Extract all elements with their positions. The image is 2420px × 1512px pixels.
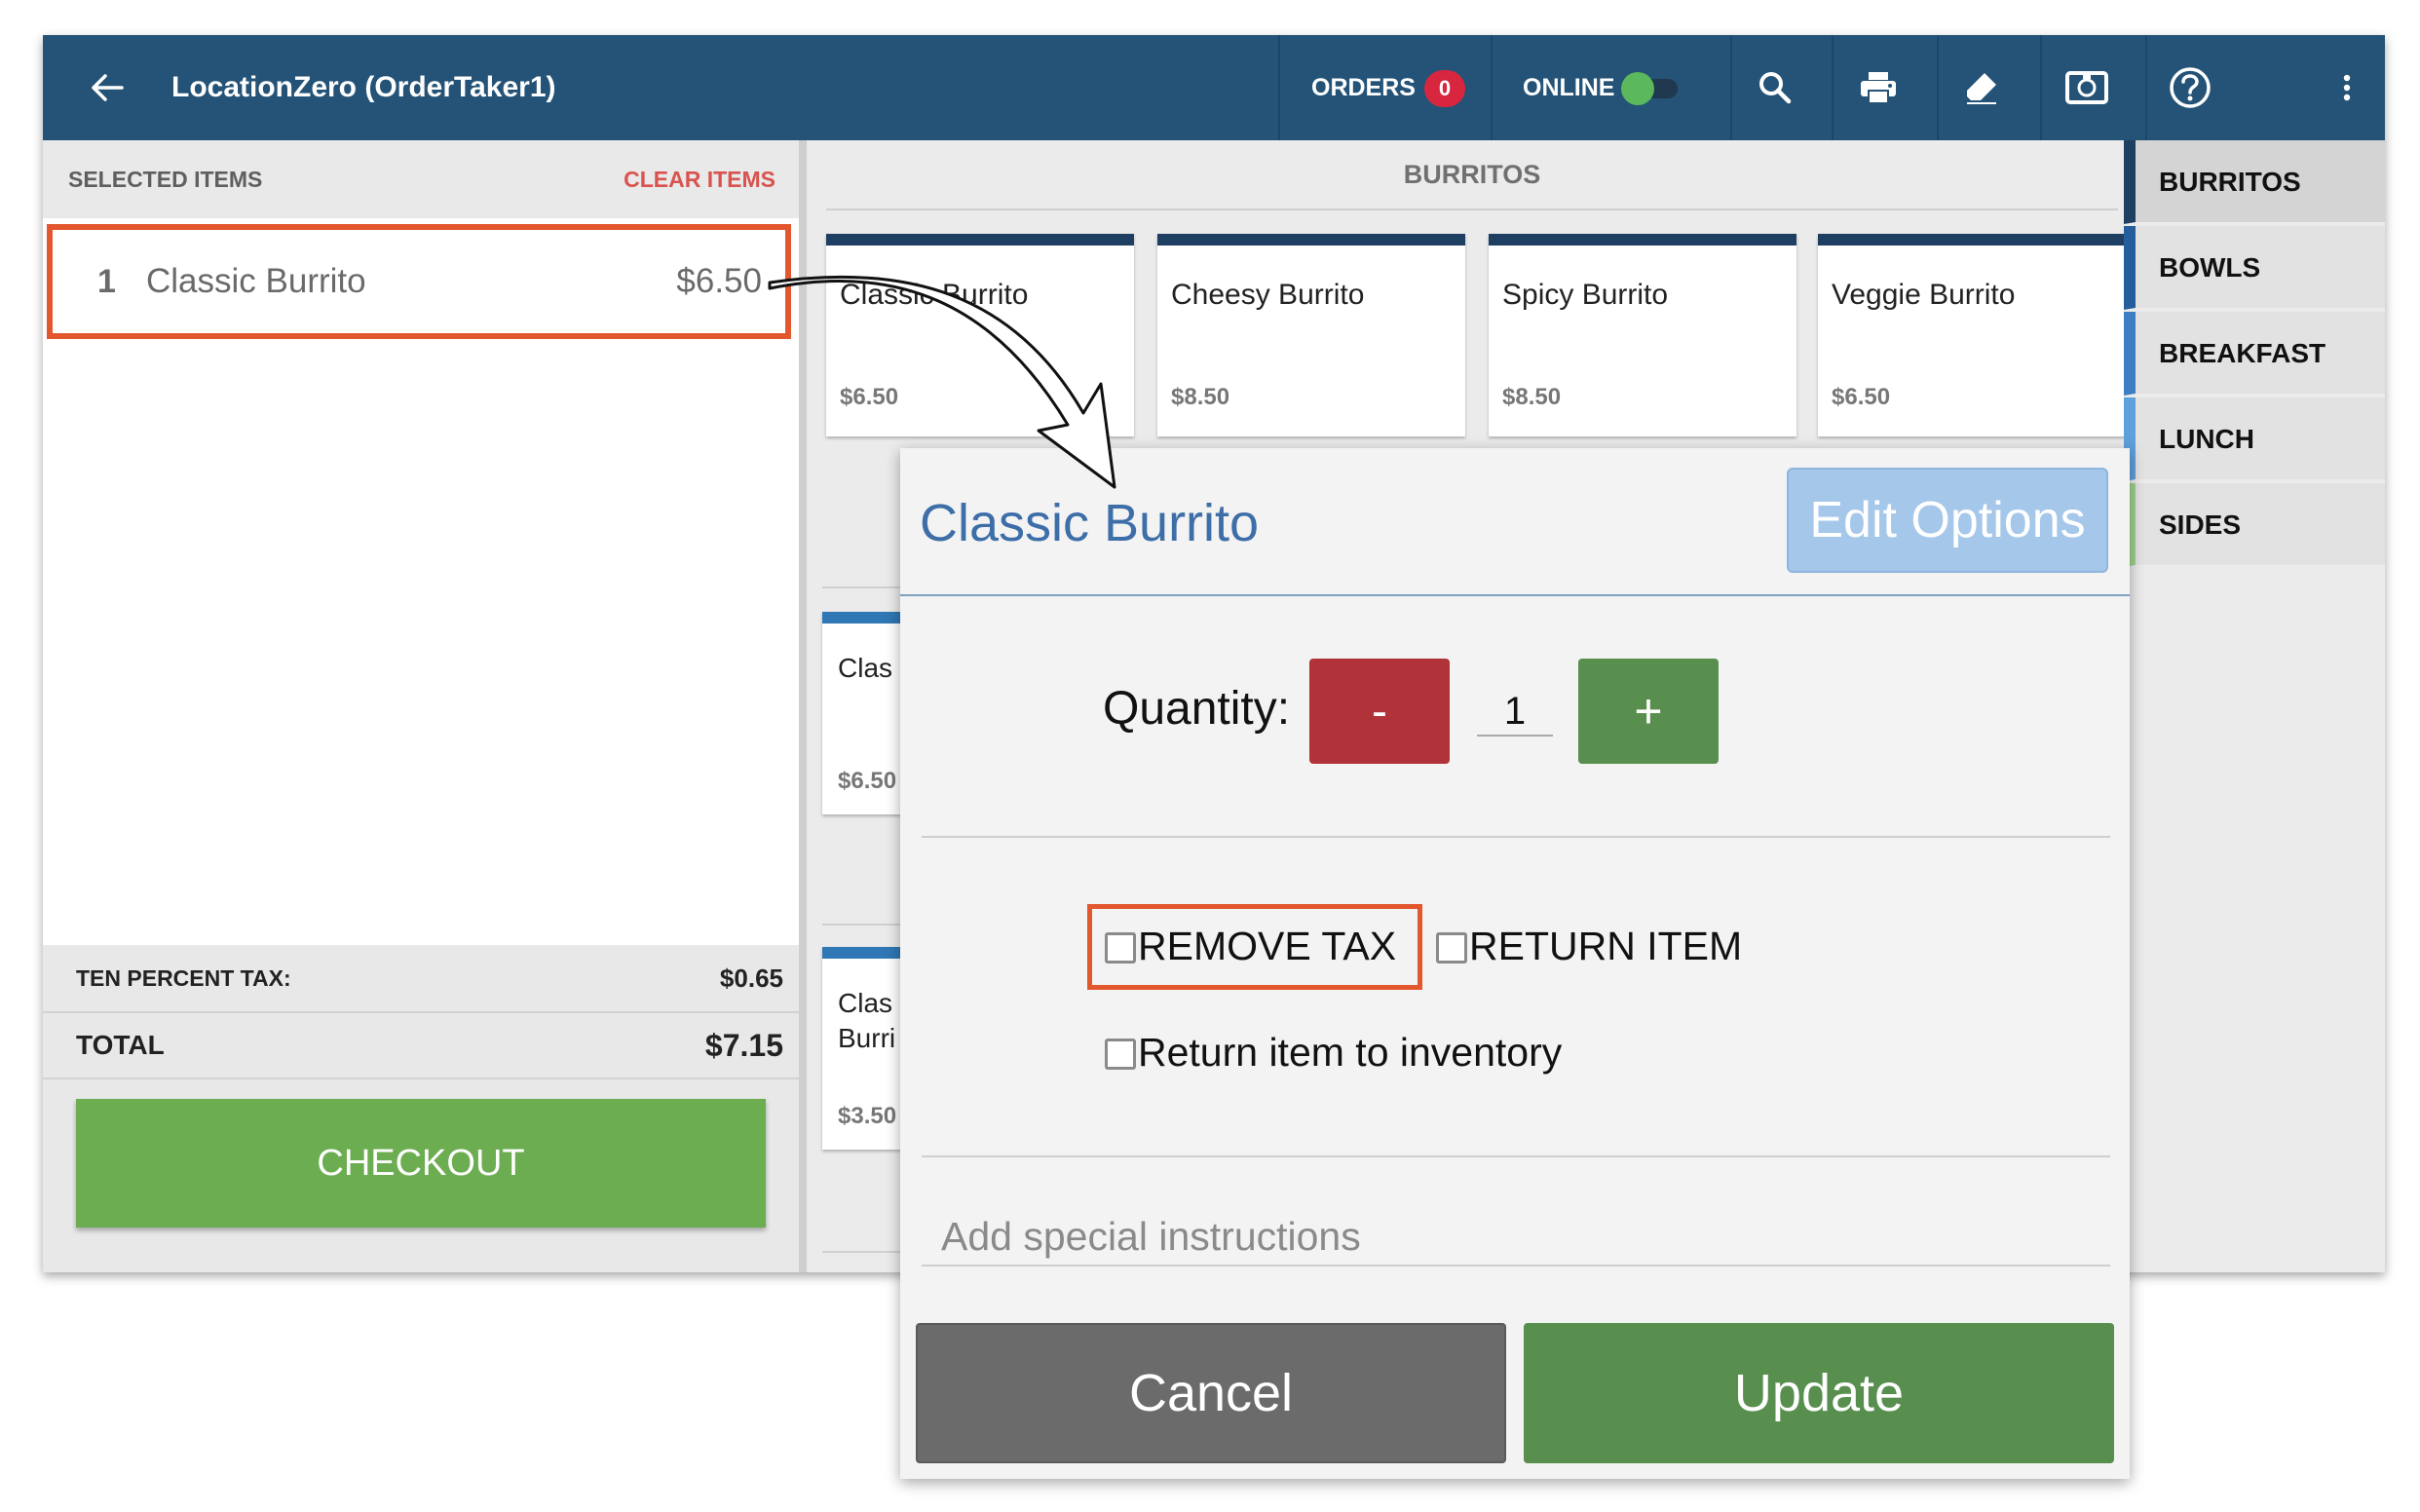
menu-item-card[interactable]: Veggie Burrito $6.50 — [1818, 234, 2126, 436]
menu-item-name: Clas — [838, 653, 893, 683]
total-value: $7.15 — [704, 1028, 783, 1063]
online-label: ONLINE — [1523, 74, 1615, 101]
increase-quantity-button[interactable]: + — [1578, 659, 1719, 764]
total-row: TOTAL $7.15 — [43, 1013, 799, 1079]
menu-item-price: $3.50 — [838, 1103, 897, 1129]
tax-row: TEN PERCENT TAX: $0.65 — [43, 945, 799, 1013]
line-item-price: $6.50 — [676, 262, 762, 300]
edit-options-button[interactable]: Edit Options — [1787, 468, 2108, 573]
online-toggle[interactable] — [1621, 71, 1678, 105]
menu-item-price: $8.50 — [1502, 384, 1562, 410]
toolbar-separator — [1937, 35, 1939, 140]
category-label: BOWLS — [2159, 252, 2261, 283]
toggle-knob — [1621, 72, 1654, 105]
tax-label: TEN PERCENT TAX: — [76, 965, 291, 991]
category-sidebar: BURRITOS BOWLS BREAKFAST LUNCH SIDES — [2124, 140, 2385, 1272]
menu-item-name: Classic Burrito — [840, 279, 1029, 311]
order-panel-header: SELECTED ITEMS CLEAR ITEMS — [43, 140, 799, 218]
quantity-label: Quantity: — [1103, 683, 1291, 735]
menu-item-price: $6.50 — [840, 384, 899, 410]
cash-drawer-icon[interactable] — [2063, 64, 2110, 111]
category-label: SIDES — [2159, 510, 2242, 540]
line-item-name: Classic Burrito — [146, 262, 366, 300]
category-tab-breakfast[interactable]: BREAKFAST — [2124, 312, 2385, 396]
dialog-title: Classic Burrito — [920, 494, 1260, 552]
menu-item-card[interactable]: Cheesy Burrito $8.50 — [1157, 234, 1465, 436]
eraser-icon[interactable] — [1958, 64, 2005, 111]
toolbar-separator — [2145, 35, 2147, 140]
update-button[interactable]: Update — [1524, 1323, 2114, 1463]
total-label: TOTAL — [76, 1030, 165, 1060]
toolbar-separator — [2040, 35, 2042, 140]
category-label: BURRITOS — [2159, 167, 2301, 197]
menu-item-price: $8.50 — [1171, 384, 1230, 410]
checkout-button[interactable]: CHECKOUT — [76, 1099, 766, 1228]
decrease-quantity-button[interactable]: - — [1309, 659, 1450, 764]
dialog-divider — [922, 836, 2110, 838]
special-instructions-input[interactable] — [922, 1208, 2110, 1266]
menu-item-name: Veggie Burrito — [1832, 279, 2016, 311]
remove-tax-label[interactable]: REMOVE TAX — [1138, 924, 1396, 969]
tax-value: $0.65 — [719, 964, 783, 993]
toolbar-separator — [1730, 35, 1732, 140]
menu-item-name: Cheesy Burrito — [1171, 279, 1365, 311]
top-app-bar: LocationZero (OrderTaker1) ORDERS 0 ONLI… — [43, 35, 2385, 140]
help-icon[interactable] — [2167, 64, 2213, 111]
return-item-checkbox[interactable] — [1436, 932, 1467, 964]
quantity-field[interactable]: 1 — [1477, 690, 1553, 737]
menu-item-card[interactable]: Spicy Burrito $8.50 — [1489, 234, 1796, 436]
category-label: BREAKFAST — [2159, 338, 2326, 368]
return-to-inventory-label[interactable]: Return item to inventory — [1138, 1030, 1562, 1076]
dialog-header-divider — [900, 594, 2130, 596]
category-tab-lunch[interactable]: LUNCH — [2124, 397, 2385, 481]
return-to-inventory-checkbox[interactable] — [1105, 1039, 1136, 1070]
toolbar-separator — [1278, 35, 1280, 140]
menu-item-card[interactable]: Classic Burrito $6.50 — [826, 234, 1134, 436]
return-item-label[interactable]: RETURN ITEM — [1469, 924, 1742, 969]
menu-item-name: Clas Burri — [838, 988, 896, 1053]
checkout-area: CHECKOUT — [43, 1079, 799, 1272]
selected-items-heading: SELECTED ITEMS — [68, 167, 263, 192]
category-tab-sides[interactable]: SIDES — [2124, 483, 2385, 567]
clear-items-button[interactable]: CLEAR ITEMS — [624, 140, 775, 218]
dialog-divider — [922, 1155, 2110, 1157]
printer-icon[interactable] — [1855, 64, 1902, 111]
item-edit-dialog: Classic Burrito Edit Options Quantity: -… — [900, 448, 2130, 1479]
more-vert-icon[interactable] — [2332, 64, 2362, 111]
menu-item-name: Spicy Burrito — [1502, 279, 1669, 311]
category-tab-bowls[interactable]: BOWLS — [2124, 226, 2385, 310]
category-tab-burritos[interactable]: BURRITOS — [2124, 140, 2385, 224]
remove-tax-checkbox[interactable] — [1105, 932, 1136, 964]
menu-category-title: BURRITOS — [826, 140, 2118, 210]
menu-item-price: $6.50 — [1832, 384, 1891, 410]
toolbar-separator — [1832, 35, 1834, 140]
orders-count-badge[interactable]: 0 — [1424, 70, 1465, 107]
location-title: LocationZero (OrderTaker1) — [171, 71, 556, 103]
panel-divider — [799, 140, 807, 1272]
orders-label[interactable]: ORDERS — [1311, 35, 1416, 140]
order-line-item[interactable]: 1 Classic Burrito $6.50 — [47, 224, 791, 339]
cancel-button[interactable]: Cancel — [916, 1323, 1506, 1463]
search-icon[interactable] — [1752, 64, 1798, 111]
menu-item-price: $6.50 — [838, 768, 897, 794]
order-panel: SELECTED ITEMS CLEAR ITEMS 1 Classic Bur… — [43, 140, 799, 1272]
toolbar-separator — [1491, 35, 1493, 140]
category-label: LUNCH — [2159, 424, 2254, 454]
line-item-qty: 1 — [97, 263, 116, 300]
back-arrow-icon[interactable] — [84, 64, 131, 111]
